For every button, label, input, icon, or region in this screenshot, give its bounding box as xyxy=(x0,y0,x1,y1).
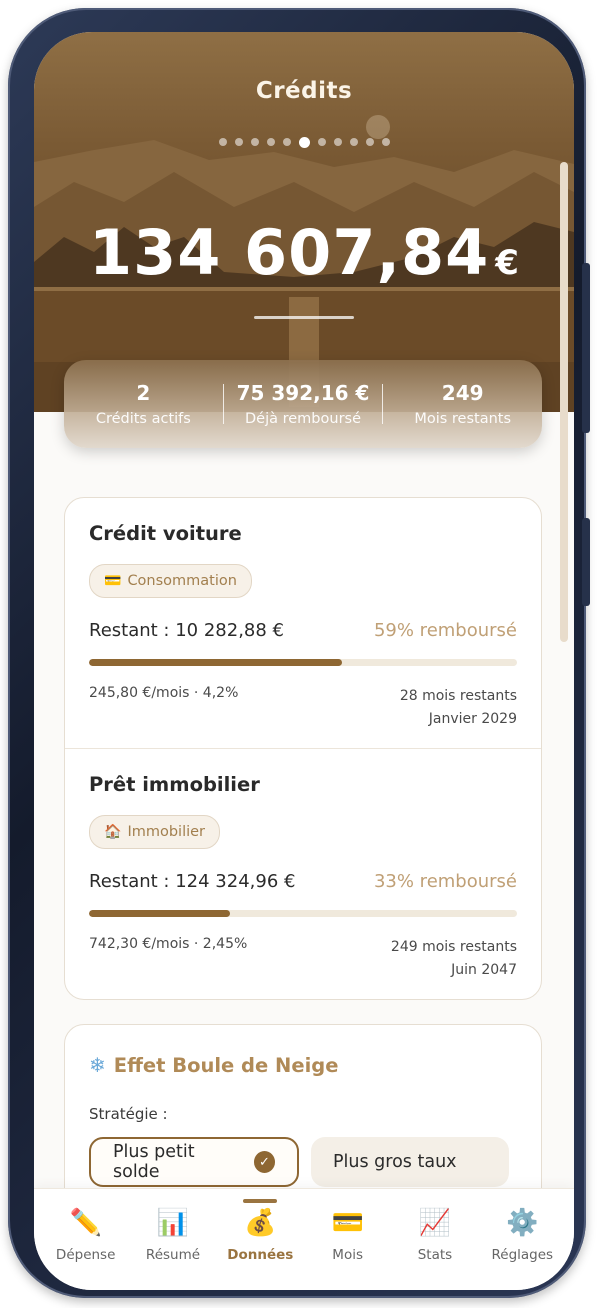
loan-remaining: Restant : 124 324,96 € xyxy=(89,871,296,892)
money-bag-icon: 💰 xyxy=(244,1208,277,1238)
nav-label: Stats xyxy=(417,1247,453,1263)
loan-remaining: Restant : 10 282,88 € xyxy=(89,620,284,641)
loan-item-mortgage[interactable]: Prêt immobilier 🏠 Immobilier Restant : 1… xyxy=(65,748,541,999)
page-dot[interactable] xyxy=(234,138,243,146)
currency-symbol: € xyxy=(495,243,519,283)
house-icon: 🏠 xyxy=(104,824,122,840)
phone-frame: Crédits 134 607,84 € 2 Crédits actifs 75 … xyxy=(8,8,590,1298)
nav-item-depense[interactable]: ✏️ Dépense xyxy=(42,1207,129,1263)
nav-label: Mois xyxy=(332,1247,363,1263)
stat-already-repaid: 75 392,16 € Déjà remboursé xyxy=(224,381,383,427)
loan-type-badge: 💳 Consommation xyxy=(89,564,252,598)
loan-percent-repaid: 33% remboursé xyxy=(373,871,517,892)
option-label: Plus petit solde xyxy=(113,1142,195,1182)
strategy-option-highest-rate[interactable]: Plus gros taux xyxy=(311,1137,509,1187)
option-label: Plus gros taux xyxy=(333,1152,457,1172)
loan-end-date: Janvier 2029 xyxy=(428,711,517,727)
loan-item-car[interactable]: Crédit voiture 💳 Consommation Restant : … xyxy=(65,498,541,748)
nav-item-reglages[interactable]: ⚙️ Réglages xyxy=(479,1207,566,1263)
loan-months-left: 249 mois restants xyxy=(390,939,517,955)
page-indicator[interactable] xyxy=(34,136,574,148)
trend-chart-icon: 📈 xyxy=(418,1208,452,1238)
checkmark-icon: ✓ xyxy=(253,1151,275,1173)
loan-months-left: 28 mois restants xyxy=(399,688,517,704)
page-title: Crédits xyxy=(255,78,353,104)
total-amount: 134 607,84 xyxy=(89,216,490,289)
loan-schedule: 249 mois restants Juin 2047 xyxy=(391,936,517,982)
page-dot-active[interactable] xyxy=(298,136,310,148)
power-button xyxy=(582,518,590,606)
snowflake-icon: ❄ xyxy=(89,1053,106,1077)
strategy-label: Stratégie : xyxy=(89,1105,168,1123)
page-dot[interactable] xyxy=(365,138,374,146)
loan-type-badge: 🏠 Immobilier xyxy=(89,815,221,849)
loan-progress-fill xyxy=(89,659,342,666)
page-dot[interactable] xyxy=(349,138,358,146)
pencil-icon: ✏️ xyxy=(69,1208,102,1238)
nav-label: Réglages xyxy=(491,1247,554,1263)
page-dot[interactable] xyxy=(266,138,275,146)
stat-label: Déjà remboursé xyxy=(245,411,361,427)
nav-label: Dépense xyxy=(55,1247,116,1263)
loan-progress-fill xyxy=(89,910,231,917)
loan-monthly-rate: 742,30 €/mois · 2,45% xyxy=(89,936,248,952)
nav-label: Résumé xyxy=(145,1247,201,1263)
stat-value: 75 392,16 € xyxy=(236,381,370,405)
stat-label: Crédits actifs xyxy=(95,411,191,427)
nav-item-donnees[interactable]: 💰 Données xyxy=(217,1207,304,1263)
stat-active-credits: 2 Crédits actifs xyxy=(64,381,223,427)
page-dot[interactable] xyxy=(218,138,227,146)
loan-end-date: Juin 2047 xyxy=(451,962,517,978)
stat-months-left: 249 Mois restants xyxy=(383,381,542,427)
nav-label: Données xyxy=(227,1247,294,1263)
stat-label: Mois restants xyxy=(414,411,512,427)
credit-card-icon: 💳 xyxy=(331,1208,364,1238)
nav-item-stats[interactable]: 📈 Stats xyxy=(391,1207,478,1263)
header-banner: Crédits 134 607,84 € xyxy=(34,32,574,412)
strategy-option-smallest-balance[interactable]: Plus petit solde ✓ xyxy=(89,1137,299,1187)
page-dot[interactable] xyxy=(333,138,342,146)
total-balance: 134 607,84 € xyxy=(34,216,574,289)
loan-title: Prêt immobilier xyxy=(89,773,260,796)
active-tab-indicator xyxy=(243,1199,277,1203)
bar-chart-icon: 📊 xyxy=(156,1208,190,1238)
nav-item-resume[interactable]: 📊 Résumé xyxy=(129,1207,216,1263)
loan-type-label: Consommation xyxy=(127,573,237,589)
scrollbar[interactable] xyxy=(560,162,568,642)
page-dot[interactable] xyxy=(282,138,291,146)
volume-button xyxy=(582,263,590,433)
amount-underline xyxy=(254,316,354,319)
summary-bar: 2 Crédits actifs 75 392,16 € Déjà rembou… xyxy=(64,360,542,448)
page-dot[interactable] xyxy=(381,138,390,146)
loan-percent-repaid: 59% remboursé xyxy=(373,620,517,641)
credit-card-icon: 💳 xyxy=(104,573,122,589)
loan-type-label: Immobilier xyxy=(127,824,206,840)
stat-value: 2 xyxy=(136,381,151,405)
snowball-title: ❄ Effet Boule de Neige xyxy=(89,1053,338,1077)
loans-card: Crédit voiture 💳 Consommation Restant : … xyxy=(64,497,542,1000)
stat-value: 249 xyxy=(441,381,484,405)
app-screen: Crédits 134 607,84 € 2 Crédits actifs 75 … xyxy=(34,32,574,1290)
loan-monthly-rate: 245,80 €/mois · 4,2% xyxy=(89,685,239,701)
nav-item-mois[interactable]: 💳 Mois xyxy=(304,1207,391,1263)
loan-title: Crédit voiture xyxy=(89,522,242,545)
page-dot[interactable] xyxy=(317,138,326,146)
bottom-navigation: ✏️ Dépense 📊 Résumé 💰 Données 💳 Mois 📈 S… xyxy=(34,1188,574,1290)
gear-icon: ⚙️ xyxy=(506,1208,539,1238)
page-dot[interactable] xyxy=(250,138,259,146)
snowball-title-text: Effet Boule de Neige xyxy=(113,1053,339,1077)
loan-progress-bar xyxy=(89,910,517,917)
loan-schedule: 28 mois restants Janvier 2029 xyxy=(400,685,517,731)
loan-progress-bar xyxy=(89,659,517,666)
